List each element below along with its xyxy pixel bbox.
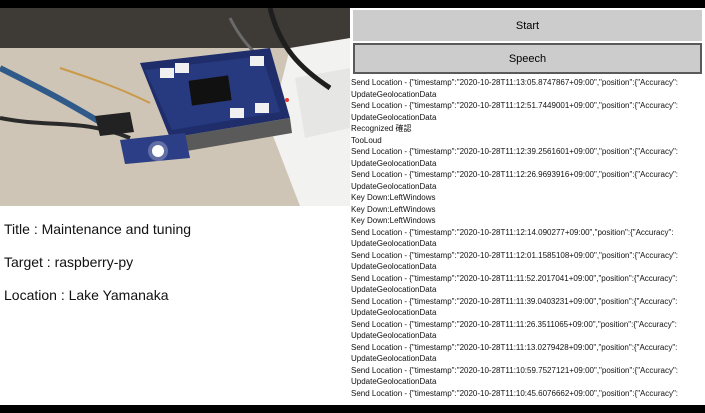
speech-button[interactable]: Speech bbox=[353, 43, 702, 74]
log-line: UpdateGeolocationData bbox=[351, 331, 437, 340]
target-text: Target : raspberry-py bbox=[4, 254, 134, 270]
log-line: Send Location - {"timestamp":"2020-10-28… bbox=[351, 319, 677, 329]
log-line: Key Down:LeftWindows bbox=[351, 216, 436, 225]
log-line: Send Location - {"timestamp":"2020-10-28… bbox=[351, 250, 678, 260]
camera-photo-illustration bbox=[0, 8, 350, 206]
log-line: Recognized 確認 bbox=[351, 124, 412, 133]
log-list[interactable]: Send Location - {"timestamp":"2020-10-28… bbox=[351, 77, 705, 405]
log-line: UpdateGeolocationData bbox=[351, 181, 437, 191]
log-line: UpdateGeolocationData bbox=[351, 262, 437, 271]
log-line: TooLoud bbox=[351, 135, 382, 145]
start-button[interactable]: Start bbox=[353, 10, 702, 41]
log-line: UpdateGeolocationData bbox=[351, 158, 437, 168]
log-line: Key Down:LeftWindows bbox=[351, 193, 436, 202]
log-line: Send Location - {"timestamp":"2020-10-28… bbox=[351, 147, 678, 156]
log-line: Send Location - {"timestamp":"2020-10-28… bbox=[351, 227, 674, 237]
log-line: UpdateGeolocationData bbox=[351, 354, 437, 363]
log-line: Send Location - {"timestamp":"2020-10-28… bbox=[351, 170, 678, 179]
log-line: Send Location - {"timestamp":"2020-10-28… bbox=[351, 365, 678, 375]
log-line: UpdateGeolocationData bbox=[351, 285, 437, 294]
app-window: Title : Maintenance and tuning Target : … bbox=[0, 8, 705, 405]
log-line: UpdateGeolocationData bbox=[351, 112, 437, 122]
log-line: UpdateGeolocationData bbox=[351, 239, 437, 248]
location-text: Location : Lake Yamanaka bbox=[4, 287, 169, 303]
log-line: Key Down:LeftWindows bbox=[351, 204, 436, 214]
video-frame: Title : Maintenance and tuning Target : … bbox=[0, 0, 705, 413]
log-line: Send Location - {"timestamp":"2020-10-28… bbox=[351, 296, 678, 306]
log-line: UpdateGeolocationData bbox=[351, 377, 437, 386]
info-panel: Title : Maintenance and tuning Target : … bbox=[4, 220, 344, 319]
log-line: Send Location - {"timestamp":"2020-10-28… bbox=[351, 101, 678, 110]
log-line: Send Location - {"timestamp":"2020-10-28… bbox=[351, 342, 678, 352]
log-line: Send Location - {"timestamp":"2020-10-28… bbox=[351, 78, 678, 87]
log-line: UpdateGeolocationData bbox=[351, 308, 437, 317]
log-line: UpdateGeolocationData bbox=[351, 89, 437, 99]
title-text: Title : Maintenance and tuning bbox=[4, 221, 192, 237]
log-line: Send Location - {"timestamp":"2020-10-28… bbox=[351, 273, 678, 283]
log-line: Send Location - {"timestamp":"2020-10-28… bbox=[351, 388, 678, 398]
camera-image bbox=[0, 8, 350, 206]
